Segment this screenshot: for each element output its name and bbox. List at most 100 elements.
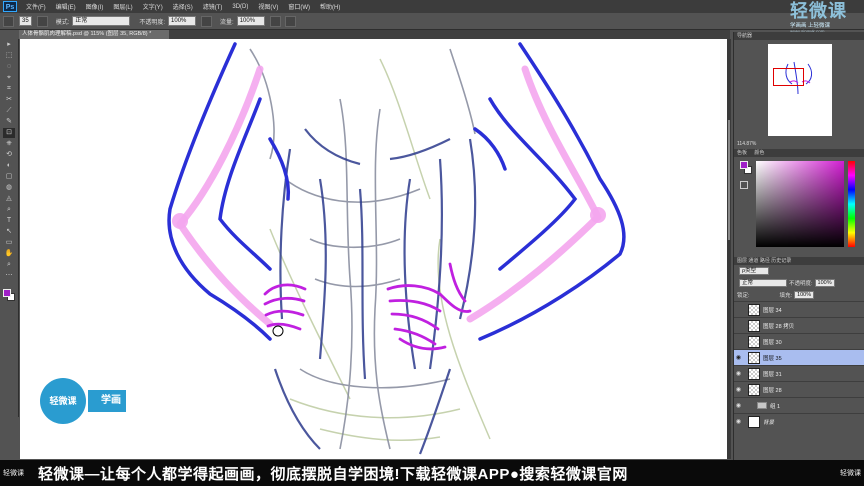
- canvas-vertical-scrollbar[interactable]: [727, 39, 731, 459]
- watermark-logo: 轻微课 学画画 上轻微课 www.qingwk.com: [790, 2, 862, 34]
- tool-button[interactable]: ⎈: [3, 139, 15, 149]
- layer-lock-row: 锁定: 填充: 100%: [734, 289, 864, 301]
- fill-label: 填充:: [779, 293, 793, 299]
- tool-button[interactable]: ↖: [3, 227, 15, 237]
- document-tab[interactable]: 人体骨骼肌肉理解稿.psd @ 115% (图层 35, RGB/8) *: [19, 30, 169, 39]
- menu-edit[interactable]: 编辑(E): [51, 2, 81, 11]
- visibility-eye-icon[interactable]: ◉: [734, 354, 743, 361]
- background-layer[interactable]: ◉ 背景: [734, 413, 864, 429]
- tool-button[interactable]: ⬚: [3, 51, 15, 61]
- flow-label: 流量:: [220, 19, 234, 26]
- tools-panel: ▸ ⬚ ◌ ⌖ ⌗ ✂ ⟋ ✎ ⊡ ⎈ ⟲ ◐ ▢ ◍ ◬ ⌕ T ↖ ▭ ✋ ⌕ ⋯: [0, 39, 19, 417]
- foreground-color-swatch[interactable]: [740, 161, 748, 169]
- scrollbar-thumb[interactable]: [728, 120, 730, 240]
- layer-row[interactable]: ◉ 图层 35: [734, 349, 864, 365]
- visibility-eye-icon[interactable]: ◉: [734, 402, 743, 409]
- layer-name: 图层 31: [763, 371, 782, 378]
- tab-swatches[interactable]: 色板: [737, 150, 747, 156]
- pressure-size-icon[interactable]: [284, 15, 296, 27]
- navigator-preview[interactable]: [734, 40, 864, 140]
- layer-group[interactable]: ◉ 组 1: [734, 397, 864, 413]
- navigator-panel-header[interactable]: 导航器: [734, 32, 864, 40]
- color-picker-field[interactable]: [756, 161, 844, 247]
- tool-button[interactable]: ⌕: [3, 260, 15, 270]
- tool-button[interactable]: ◌: [3, 62, 15, 72]
- layer-thumbnail: [748, 303, 760, 316]
- figure-sketch: [167, 42, 626, 455]
- tool-button[interactable]: ✂: [3, 95, 15, 105]
- background-layer-name: 背景: [763, 419, 775, 426]
- blend-mode-select[interactable]: 正常: [739, 279, 787, 287]
- mode-select[interactable]: 正常: [72, 16, 131, 26]
- tool-button[interactable]: ◬: [3, 194, 15, 204]
- tool-button[interactable]: ▸: [3, 40, 15, 50]
- menu-filter[interactable]: 滤镜(T): [198, 2, 228, 11]
- tool-button[interactable]: ◍: [3, 183, 15, 193]
- layer-thumbnail: [748, 367, 760, 380]
- flow-field[interactable]: 100%: [236, 16, 265, 26]
- pressure-opacity-icon[interactable]: [201, 15, 213, 27]
- tool-button[interactable]: ⌖: [3, 73, 15, 83]
- layer-row[interactable]: 图层 28 拷贝: [734, 317, 864, 333]
- menu-file[interactable]: 文件(F): [21, 2, 51, 11]
- tool-button[interactable]: ⟲: [3, 150, 15, 160]
- tool-button[interactable]: ◐: [3, 161, 15, 171]
- canvas[interactable]: [20, 39, 727, 459]
- airbrush-icon[interactable]: [269, 15, 281, 27]
- tool-button[interactable]: ⌗: [3, 84, 15, 94]
- tool-button[interactable]: ⊡: [3, 128, 15, 138]
- menu-view[interactable]: 视图(V): [253, 2, 283, 11]
- brush-tool-preset-icon[interactable]: [3, 15, 14, 27]
- menu-image[interactable]: 图像(I): [81, 2, 109, 11]
- tab-layers[interactable]: 图层: [737, 258, 747, 264]
- hue-slider[interactable]: [848, 161, 855, 247]
- layer-opacity-field[interactable]: 100%: [814, 279, 835, 287]
- navigator-view-box[interactable]: [773, 68, 804, 86]
- badge-logo: 轻微课: [40, 378, 86, 424]
- layer-name: 图层 28 拷贝: [763, 323, 795, 330]
- navigator-zoom[interactable]: 114.87%: [734, 140, 864, 149]
- menu-window[interactable]: 窗口(W): [283, 2, 315, 11]
- layer-thumbnail: [748, 383, 760, 396]
- tool-button[interactable]: ⋯: [3, 271, 15, 281]
- menu-select[interactable]: 选择(S): [168, 2, 198, 11]
- layer-thumbnail: [748, 415, 760, 428]
- layer-name: 图层 34: [763, 307, 782, 314]
- menu-layer[interactable]: 图层(L): [108, 2, 137, 11]
- tool-button[interactable]: ⟋: [3, 106, 15, 116]
- visibility-eye-icon[interactable]: ◉: [734, 386, 743, 393]
- color-panel: [734, 157, 864, 257]
- banner-logo-right: 轻微课: [840, 470, 861, 477]
- layer-fill-field[interactable]: 100%: [794, 291, 815, 299]
- tab-channels[interactable]: 通道: [748, 258, 758, 264]
- color-panel-header: 色板 颜色: [734, 149, 864, 157]
- menu-help[interactable]: 帮助(H): [315, 2, 345, 11]
- brush-size-field[interactable]: 35: [19, 16, 32, 26]
- menu-3d[interactable]: 3D(D): [227, 4, 253, 10]
- visibility-eye-icon[interactable]: ◉: [734, 370, 743, 377]
- tool-button[interactable]: ✋: [3, 249, 15, 259]
- layer-row[interactable]: 图层 30: [734, 333, 864, 349]
- tool-button[interactable]: ▢: [3, 172, 15, 182]
- layer-row[interactable]: ◉ 图层 31: [734, 365, 864, 381]
- tool-button[interactable]: ▭: [3, 238, 15, 248]
- menu-type[interactable]: 文字(Y): [138, 2, 168, 11]
- layer-filter-select[interactable]: ρ类型: [739, 267, 769, 275]
- visibility-eye-icon[interactable]: ◉: [734, 418, 743, 425]
- layer-thumbnail: [748, 319, 760, 332]
- tab-history[interactable]: 历史记录: [771, 258, 791, 264]
- tab-paths[interactable]: 路径: [760, 258, 770, 264]
- toolbar-foreground-swatch[interactable]: [3, 289, 11, 297]
- layer-filter-row: ρ类型: [734, 265, 864, 277]
- tab-color[interactable]: 颜色: [754, 150, 764, 156]
- opacity-field[interactable]: 100%: [168, 16, 197, 26]
- layer-row[interactable]: ◉ 图层 28: [734, 381, 864, 397]
- brush-panel-toggle-icon[interactable]: [36, 15, 48, 27]
- tool-button[interactable]: ⌕: [3, 205, 15, 215]
- watermark-subtitle: 学画画 上轻微课: [790, 23, 831, 29]
- tool-button[interactable]: T: [3, 216, 15, 226]
- tab-navigator[interactable]: 导航器: [737, 33, 752, 39]
- photoshop-window: Ps 文件(F) 编辑(E) 图像(I) 图层(L) 文字(Y) 选择(S) 滤…: [0, 0, 864, 486]
- layer-row[interactable]: 图层 34: [734, 301, 864, 317]
- tool-button[interactable]: ✎: [3, 117, 15, 127]
